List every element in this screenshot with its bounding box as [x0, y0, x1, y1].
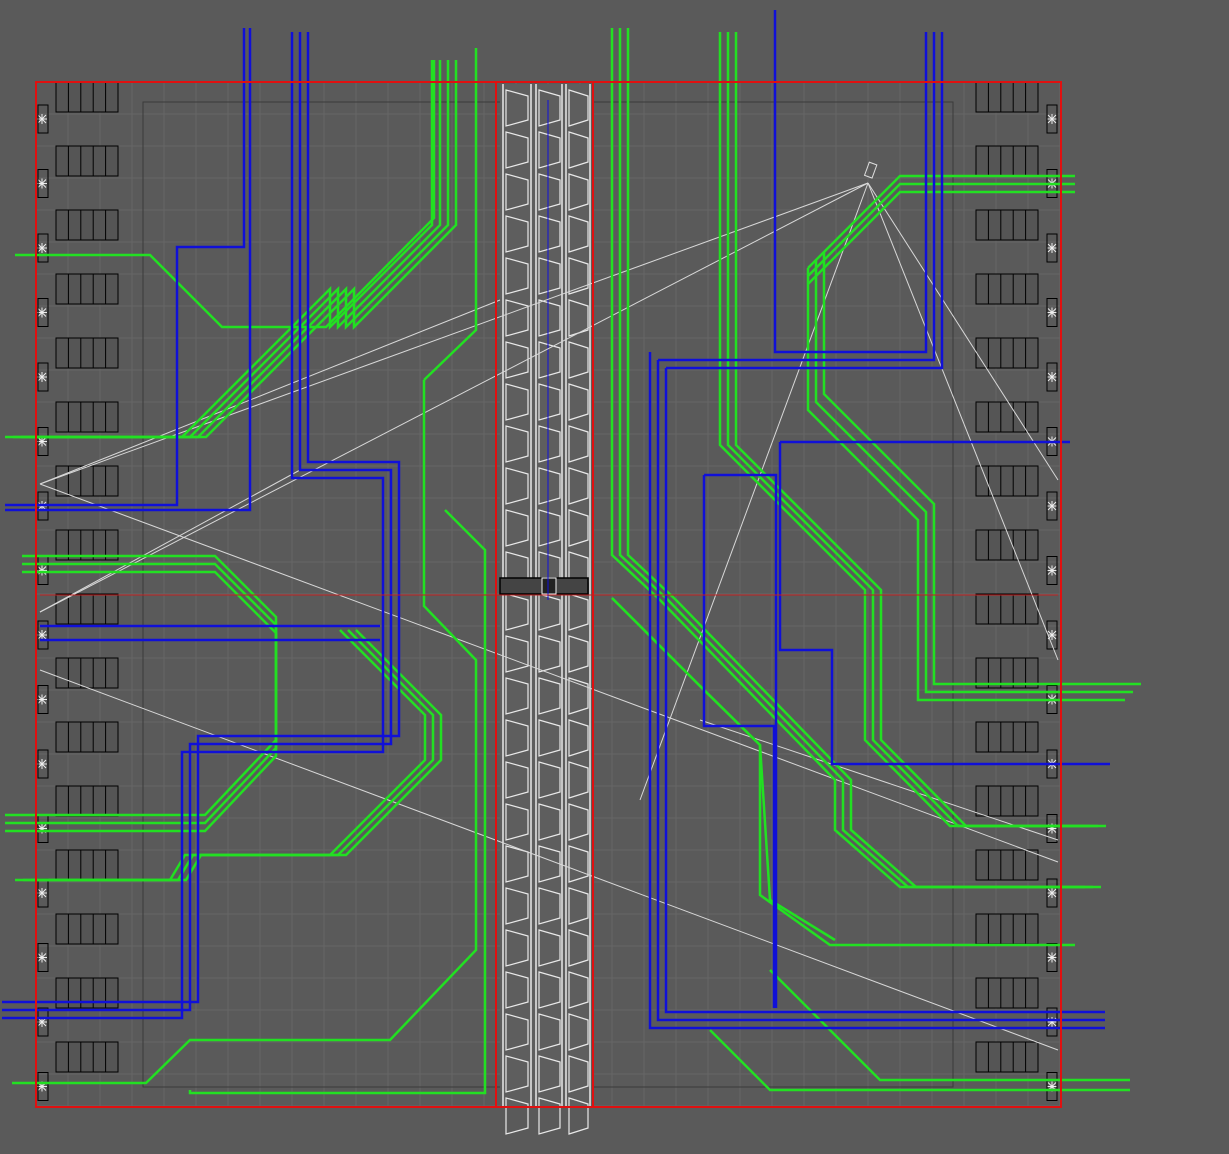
asterisk-marker-icon	[1047, 952, 1057, 963]
parking-block	[975, 465, 1039, 497]
asterisk-marker-icon	[1047, 501, 1057, 511]
strip-joint-core	[541, 577, 557, 595]
green-bundle-vertical	[814, 260, 1133, 694]
asterisk-marker-icon	[1047, 372, 1057, 382]
parking-block	[975, 337, 1039, 369]
blue-wire-e	[773, 10, 928, 354]
green-wire-b	[13, 60, 442, 439]
parking-block	[975, 81, 1039, 113]
parking-block	[975, 145, 1039, 177]
parking-block	[55, 81, 119, 113]
editor-viewport[interactable]	[0, 0, 1229, 1154]
green-wire-b	[29, 60, 458, 439]
parking-block	[55, 209, 119, 241]
parking-block	[55, 1041, 119, 1073]
asterisk-marker-icon	[1047, 565, 1057, 576]
parking-block	[55, 465, 119, 497]
parking-block	[55, 145, 119, 177]
parking-block	[975, 913, 1039, 945]
center-strip	[499, 84, 592, 1135]
asterisk-marker-icon	[1047, 888, 1057, 898]
green-wire-b	[21, 60, 450, 439]
parking-block	[975, 593, 1039, 625]
parking-block	[975, 209, 1039, 241]
green-bundle-vertical	[806, 268, 1125, 702]
parking-block	[55, 721, 119, 753]
parking-block	[975, 1041, 1039, 1073]
parking-block	[55, 657, 119, 689]
scene-canvas[interactable]	[0, 0, 1229, 1154]
parking-block	[975, 273, 1039, 305]
parking-block	[55, 785, 119, 817]
ray-line	[639, 182, 869, 801]
asterisk-marker-icon	[1047, 114, 1057, 124]
green-bundle-right-b	[734, 32, 1106, 828]
parking-block	[975, 529, 1039, 561]
parking-block	[975, 977, 1039, 1009]
asterisk-marker-icon	[1047, 307, 1057, 318]
green-wire-i	[769, 969, 1130, 1082]
asterisk-marker-icon	[1047, 1017, 1057, 1027]
parking-block	[975, 785, 1039, 817]
asterisk-marker-icon	[1047, 243, 1057, 253]
parking-block	[55, 849, 119, 881]
green-bundle-right-b	[726, 32, 1098, 828]
parking-block	[55, 273, 119, 305]
parking-block	[55, 913, 119, 945]
parking-block	[55, 401, 119, 433]
parking-block	[975, 721, 1039, 753]
parking-block	[55, 977, 119, 1009]
parking-block	[975, 849, 1039, 881]
parking-block	[55, 337, 119, 369]
parking-block	[975, 401, 1039, 433]
camera-gizmo-icon[interactable]	[863, 161, 878, 179]
green-wire-b	[5, 60, 434, 439]
